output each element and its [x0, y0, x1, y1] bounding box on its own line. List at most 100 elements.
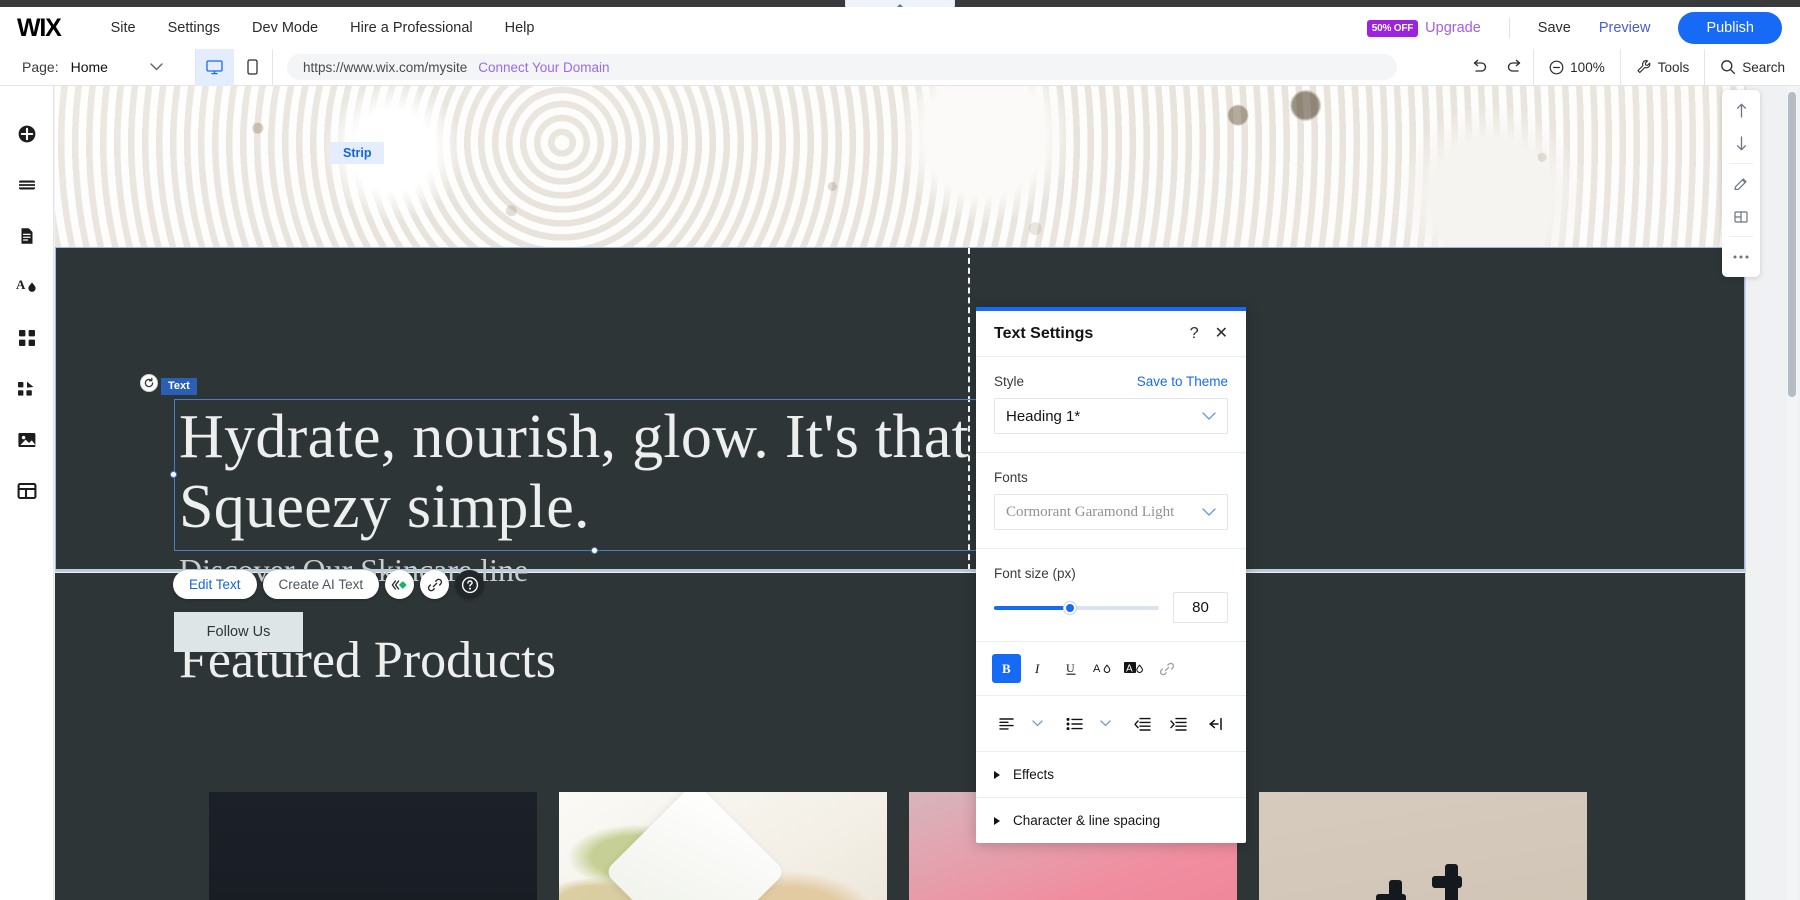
text-highlight-button[interactable]: A [1120, 654, 1149, 683]
sidebar-add-button[interactable] [0, 108, 53, 159]
underline-button[interactable]: U [1056, 654, 1085, 683]
slider-fill [994, 606, 1070, 610]
font-size-input[interactable]: 80 [1173, 592, 1228, 623]
product-card[interactable] [209, 792, 537, 900]
split-layout-icon [1733, 209, 1749, 225]
bullet-list-dropdown[interactable] [1091, 709, 1120, 738]
sidebar-my-designs-button[interactable] [0, 363, 53, 414]
menu-site[interactable]: Site [95, 20, 152, 36]
save-button[interactable]: Save [1524, 20, 1585, 36]
font-size-slider[interactable] [994, 606, 1159, 610]
search-button[interactable]: Search [1704, 49, 1800, 86]
text-highlight-icon: A [1124, 661, 1146, 677]
style-section: Style Save to Theme Heading 1* [976, 357, 1246, 453]
resize-handle-bottom[interactable] [591, 547, 598, 554]
arrow-up-icon [1734, 102, 1749, 119]
menu-dev-mode[interactable]: Dev Mode [236, 20, 334, 36]
style-dropdown-value: Heading 1* [1006, 408, 1080, 425]
menu-settings[interactable]: Settings [152, 20, 236, 36]
text-format-toolbar: B I U A A [976, 642, 1246, 696]
text-align-dropdown[interactable] [1023, 709, 1052, 738]
menu-help[interactable]: Help [489, 20, 551, 36]
zoom-control[interactable]: 100% [1533, 49, 1620, 86]
italic-button[interactable]: I [1024, 654, 1053, 683]
tools-button[interactable]: Tools [1620, 49, 1705, 86]
character-line-spacing-accordion[interactable]: Character & line spacing [976, 798, 1246, 843]
undo-icon[interactable] [1461, 59, 1497, 75]
product-card-row [209, 792, 1587, 900]
hero-heading-text[interactable]: Hydrate, nourish, glow. It's that Squeez… [179, 402, 1019, 542]
menu-hire-a-professional[interactable]: Hire a Professional [334, 20, 489, 36]
redo-icon[interactable] [1497, 59, 1533, 75]
close-icon[interactable]: ✕ [1215, 326, 1228, 342]
hero-background-image[interactable] [55, 86, 1745, 248]
product-card[interactable] [559, 792, 887, 900]
insert-link-button[interactable] [1152, 654, 1181, 683]
animation-button[interactable] [385, 570, 414, 599]
sidebar-pages-button[interactable] [0, 210, 53, 261]
text-color-icon: A [1093, 661, 1113, 677]
link-button[interactable] [420, 570, 449, 599]
canvas-scrollbar-thumb[interactable] [1788, 92, 1796, 397]
left-sidebar: A [0, 86, 54, 900]
follow-us-button[interactable]: Follow Us [174, 612, 303, 652]
font-dropdown[interactable]: Cormorant Garamond Light [994, 494, 1228, 530]
decrease-indent-button[interactable] [1128, 709, 1157, 738]
triangle-right-icon [994, 771, 1000, 779]
slider-knob[interactable] [1064, 602, 1076, 614]
bold-button[interactable]: B [992, 654, 1021, 683]
chevron-down-icon [1202, 409, 1216, 423]
connect-domain-link[interactable]: Connect Your Domain [478, 60, 609, 75]
effects-accordion[interactable]: Effects [976, 752, 1246, 798]
move-down-button[interactable] [1722, 127, 1760, 160]
canvas-side-toolbar [1722, 90, 1760, 277]
outdent-icon [1134, 717, 1151, 731]
publish-button[interactable]: Publish [1678, 12, 1782, 44]
more-options-button[interactable] [1722, 240, 1760, 273]
move-up-button[interactable] [1722, 94, 1760, 127]
character-line-spacing-label: Character & line spacing [1013, 813, 1160, 828]
text-direction-button[interactable] [1201, 709, 1230, 738]
sidebar-theme-button[interactable]: A [0, 261, 53, 312]
chevron-down-icon [1100, 720, 1111, 727]
edit-text-button[interactable]: Edit Text [173, 570, 257, 599]
fonts-section: Fonts Cormorant Garamond Light [976, 453, 1246, 549]
style-dropdown[interactable]: Heading 1* [994, 398, 1228, 434]
sidebar-sections-button[interactable] [0, 159, 53, 210]
editor-canvas[interactable]: Discover Our Skincare line Text Hydrate,… [55, 86, 1745, 900]
increase-indent-button[interactable] [1164, 709, 1193, 738]
resize-handle-left[interactable] [170, 471, 177, 478]
question-mark-icon [461, 576, 479, 594]
product-card[interactable] [1259, 792, 1587, 900]
rotate-handle-icon[interactable] [140, 374, 158, 392]
text-theme-icon: A [15, 276, 39, 298]
bullet-list-button[interactable] [1060, 709, 1089, 738]
toolbar-separator [1729, 163, 1753, 164]
sidebar-layout-button[interactable] [0, 465, 53, 516]
text-align-button[interactable] [992, 709, 1021, 738]
layout-settings-button[interactable] [1722, 200, 1760, 233]
sidebar-media-button[interactable] [0, 414, 53, 465]
site-url-bar[interactable]: https://www.wix.com/mysite Connect Your … [287, 54, 1397, 80]
text-settings-panel: Text Settings ? ✕ Style Save to Theme He… [976, 307, 1246, 843]
strip-label-badge[interactable]: Strip [330, 142, 384, 164]
mobile-view-button[interactable] [234, 49, 272, 86]
upgrade-link[interactable]: Upgrade [1425, 20, 1481, 36]
bullet-list-icon [1066, 717, 1083, 731]
desktop-view-button[interactable] [196, 49, 234, 86]
image-icon [16, 430, 38, 450]
chevron-down-icon[interactable] [150, 60, 163, 74]
create-ai-text-button[interactable]: Create AI Text [263, 570, 380, 599]
grid-icon [17, 328, 37, 348]
help-icon[interactable]: ? [1190, 326, 1199, 342]
chevron-down-icon [1202, 505, 1216, 519]
save-to-theme-link[interactable]: Save to Theme [1137, 374, 1228, 389]
page-selector-value[interactable]: Home [71, 59, 108, 75]
text-color-button[interactable]: A [1088, 654, 1117, 683]
wix-logo[interactable]: WIX [17, 14, 61, 43]
sidebar-apps-button[interactable] [0, 312, 53, 363]
style-label: Style [994, 374, 1024, 389]
edit-design-button[interactable] [1722, 167, 1760, 200]
preview-button[interactable]: Preview [1585, 20, 1665, 36]
help-button[interactable] [455, 570, 484, 599]
